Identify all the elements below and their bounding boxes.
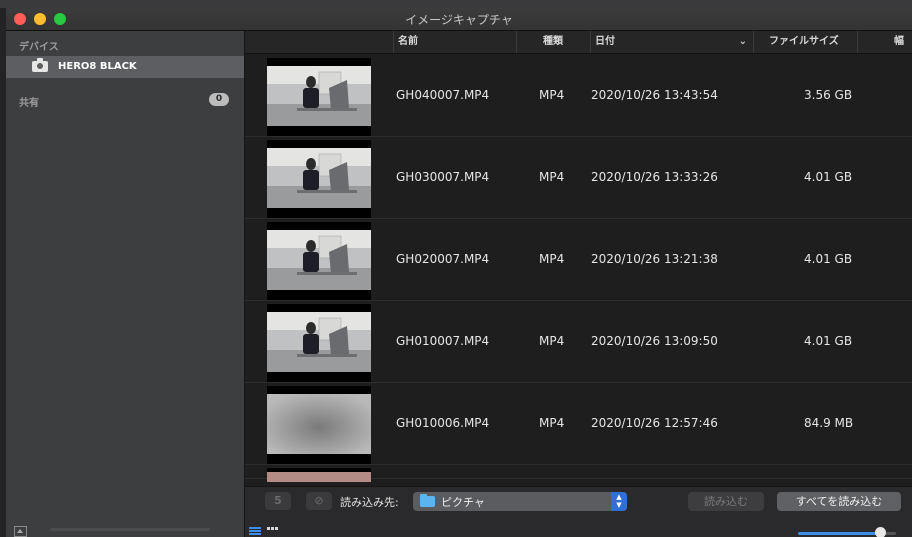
delete-icon[interactable]: ⊘ <box>306 492 332 510</box>
file-date: 2020/10/26 12:57:46 <box>591 416 718 430</box>
table-row[interactable]: GH030007.MP4 MP4 2020/10/26 13:33:26 4.01 G… <box>245 136 912 219</box>
column-width[interactable]: 幅 <box>857 31 912 53</box>
bottom-toolbar: 5 ⊘ 読み込み先: ピクチャ ▲ ▼ 読み込む すべてを読み込む <box>245 486 912 537</box>
file-size: 4.01 GB <box>804 170 853 184</box>
file-size: 4.01 GB <box>804 334 853 348</box>
table-row[interactable]: GH010007.MP4 MP4 2020/10/26 13:09:50 4.01 G… <box>245 300 912 383</box>
file-size: 4.01 GB <box>804 252 853 266</box>
camera-icon <box>32 58 48 72</box>
column-kind[interactable]: 種類 <box>516 31 590 53</box>
file-kind: MP4 <box>539 88 565 102</box>
image-capture-window: イメージキャプチャ デバイス HERO8 BLACK 共有 0 名前 種類 日付… <box>6 8 912 537</box>
thumbnail-size-slider[interactable] <box>798 532 884 535</box>
column-size[interactable]: ファイルサイズ <box>753 31 857 53</box>
shared-count-badge: 0 <box>209 93 229 106</box>
file-size: 84.9 MB <box>804 416 854 430</box>
file-name: GH010006.MP4 <box>396 416 490 430</box>
destination-select[interactable]: ピクチャ ▲ ▼ <box>413 492 627 511</box>
list-view-icon[interactable] <box>249 527 261 537</box>
video-thumbnail <box>267 468 371 482</box>
video-thumbnail <box>267 140 371 218</box>
import-all-button[interactable]: すべてを読み込む <box>777 492 901 511</box>
file-kind: MP4 <box>539 416 565 430</box>
file-kind: MP4 <box>539 252 565 266</box>
file-list: 名前 種類 日付 ⌄ ファイルサイズ 幅 GH040007.MP4 MP4 2020/… <box>245 31 912 537</box>
file-kind: MP4 <box>539 170 565 184</box>
file-date: 2020/10/26 13:21:38 <box>591 252 718 266</box>
video-thumbnail <box>267 58 371 136</box>
file-name: GH030007.MP4 <box>396 170 490 184</box>
column-size-label: ファイルサイズ <box>769 36 839 47</box>
title-bar: イメージキャプチャ <box>6 8 912 31</box>
sidebar: デバイス HERO8 BLACK 共有 0 <box>6 31 245 537</box>
video-thumbnail <box>267 386 371 464</box>
devices-header: デバイス <box>19 42 59 53</box>
file-date: 2020/10/26 13:33:26 <box>591 170 718 184</box>
select-stepper-icon: ▲ ▼ <box>611 492 627 511</box>
video-thumbnail <box>267 222 371 300</box>
grid-view-icon[interactable] <box>267 527 279 537</box>
table-row-partial <box>245 464 912 482</box>
shared-header: 共有 <box>19 98 39 109</box>
import-to-label: 読み込み先: <box>340 496 399 509</box>
folder-icon <box>420 494 435 507</box>
slider-knob[interactable] <box>875 527 886 537</box>
file-name: GH020007.MP4 <box>396 252 490 266</box>
column-width-label: 幅 <box>894 36 904 47</box>
column-header: 名前 種類 日付 ⌄ ファイルサイズ 幅 <box>245 31 912 54</box>
column-date-label: 日付 <box>595 36 615 47</box>
sidebar-bottom-bar <box>50 528 210 531</box>
device-name: HERO8 BLACK <box>58 61 137 72</box>
column-name[interactable]: 名前 <box>393 31 516 53</box>
import-button[interactable]: 読み込む <box>688 492 764 511</box>
menu-bar-remnant <box>0 0 912 8</box>
sidebar-item-hero8-black[interactable]: HERO8 BLACK <box>6 56 244 78</box>
file-size: 3.56 GB <box>804 88 853 102</box>
column-kind-label: 種類 <box>543 36 563 47</box>
file-kind: MP4 <box>539 334 565 348</box>
table-row[interactable]: GH010006.MP4 MP4 2020/10/26 12:57:46 84.9 M… <box>245 382 912 465</box>
file-name: GH040007.MP4 <box>396 88 490 102</box>
eject-icon[interactable] <box>14 526 27 537</box>
window-title: イメージキャプチャ <box>405 13 513 27</box>
file-date: 2020/10/26 13:09:50 <box>591 334 718 348</box>
chevron-down-icon: ⌄ <box>738 36 747 47</box>
video-thumbnail <box>267 304 371 382</box>
table-row[interactable]: GH040007.MP4 MP4 2020/10/26 13:43:54 3.56 G… <box>245 54 912 137</box>
table-row[interactable]: GH020007.MP4 MP4 2020/10/26 13:21:38 4.01 G… <box>245 218 912 301</box>
file-date: 2020/10/26 13:43:54 <box>591 88 718 102</box>
rotate-icon[interactable]: 5 <box>265 492 291 510</box>
destination-value: ピクチャ <box>441 496 485 509</box>
column-name-label: 名前 <box>398 36 418 47</box>
column-date[interactable]: 日付 ⌄ <box>590 31 753 53</box>
file-name: GH010007.MP4 <box>396 334 490 348</box>
